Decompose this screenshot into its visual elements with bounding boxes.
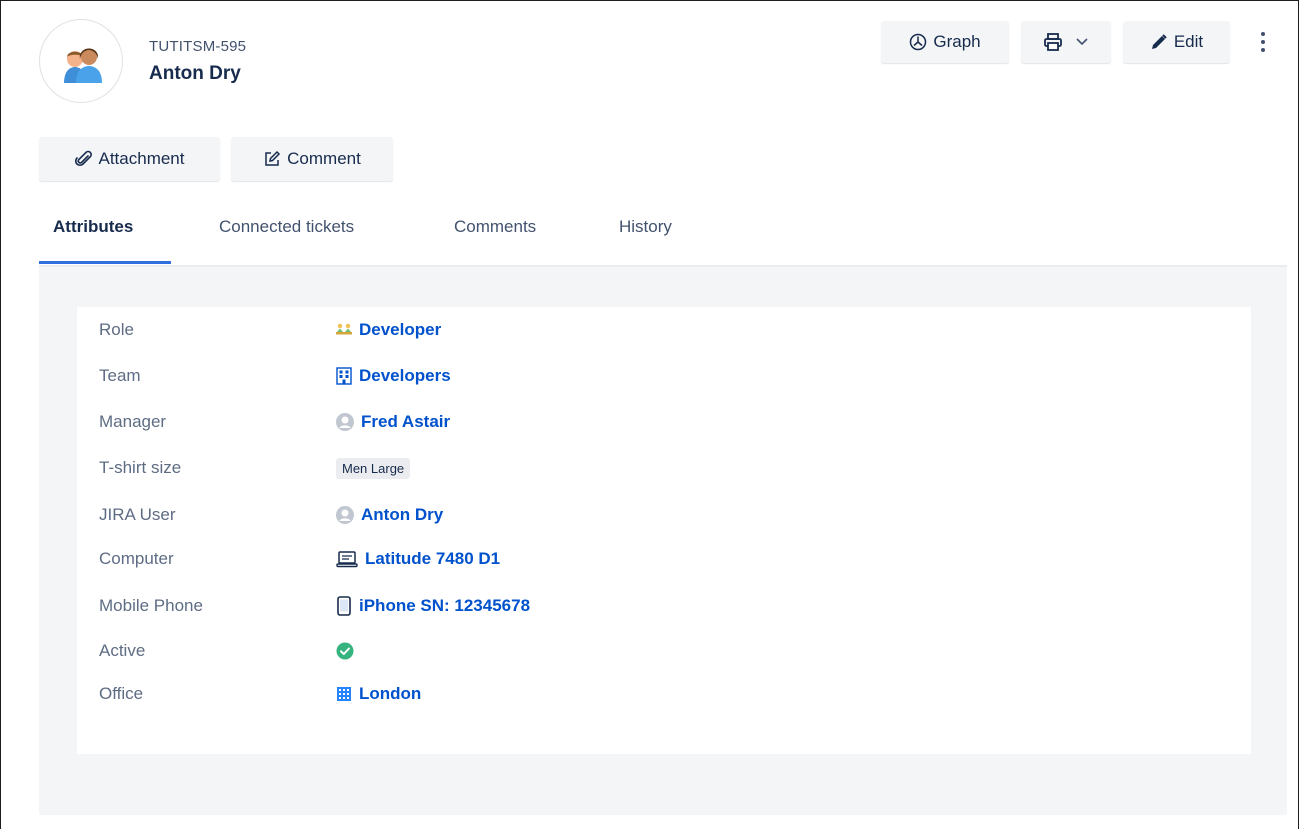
attribute-value: Developer — [359, 320, 442, 339]
attribute-label: Team — [99, 366, 141, 385]
laptop-icon — [336, 550, 358, 568]
tab-history[interactable]: History — [619, 217, 672, 265]
user-icon — [336, 413, 354, 431]
edit-button[interactable]: Edit — [1123, 21, 1230, 63]
ticket-key: TUTITSM-595 — [149, 38, 247, 55]
attribute-row-role: Role Developer — [99, 315, 441, 345]
user-icon — [336, 506, 354, 524]
office-building-icon — [336, 686, 352, 702]
avatar — [39, 19, 123, 103]
printer-icon — [1043, 32, 1063, 52]
vertical-ellipsis-icon[interactable] — [1253, 25, 1273, 59]
tab-attributes[interactable]: Attributes — [53, 217, 133, 265]
attribute-label: JIRA User — [99, 505, 176, 524]
check-circle-icon — [336, 642, 354, 660]
attribute-row-mobile-phone: Mobile Phone iPhone SN: 12345678 — [99, 591, 530, 621]
attribute-label: Role — [99, 320, 134, 339]
graph-icon — [909, 33, 927, 51]
graph-button[interactable]: Graph — [881, 21, 1009, 63]
print-button[interactable] — [1021, 21, 1111, 63]
attributes-panel: Role Developer Team Developers Manager F… — [39, 267, 1287, 815]
attribute-value: Developers — [359, 366, 451, 385]
attribute-value: London — [359, 684, 422, 703]
paperclip-icon — [74, 150, 93, 168]
attribute-row-jira-user: JIRA User Anton Dry — [99, 500, 443, 530]
tshirt-size-value: Men Large — [336, 457, 411, 479]
attribute-label: Mobile Phone — [99, 596, 203, 615]
attribute-row-active: Active — [99, 636, 361, 666]
jira-user-link[interactable]: Anton Dry — [336, 505, 443, 525]
active-value — [336, 642, 361, 660]
edit-square-icon — [263, 150, 281, 168]
attribute-value: Anton Dry — [361, 505, 444, 524]
chevron-down-icon — [1075, 37, 1089, 47]
active-tab-indicator — [39, 261, 171, 264]
attributes-card: Role Developer Team Developers Manager F… — [77, 307, 1251, 754]
attribute-row-manager: Manager Fred Astair — [99, 407, 450, 437]
people-avatar-icon — [64, 48, 102, 83]
tshirt-size-chip: Men Large — [336, 457, 411, 479]
attribute-row-tshirt-size: T-shirt size Men Large — [99, 453, 411, 483]
pencil-icon — [1150, 33, 1168, 51]
phone-icon — [336, 596, 352, 616]
page-title: Anton Dry — [149, 63, 241, 84]
tab-connected-tickets[interactable]: Connected tickets — [219, 217, 354, 265]
computer-link[interactable]: Latitude 7480 D1 — [336, 549, 500, 569]
comment-button[interactable]: Comment — [231, 137, 393, 181]
edit-label: Edit — [1173, 32, 1204, 51]
role-link[interactable]: Developer — [336, 320, 441, 340]
attachment-label: Attachment — [98, 149, 185, 168]
attachment-button[interactable]: Attachment — [39, 137, 220, 181]
team-link[interactable]: Developers — [336, 366, 451, 386]
tab-comments[interactable]: Comments — [454, 217, 536, 265]
attribute-row-team: Team Developers — [99, 361, 451, 391]
attribute-value: iPhone SN: 12345678 — [359, 596, 531, 615]
attribute-value: Latitude 7480 D1 — [365, 549, 501, 568]
office-link[interactable]: London — [336, 684, 421, 704]
attribute-value: Fred Astair — [361, 412, 451, 431]
attribute-row-computer: Computer Latitude 7480 D1 — [99, 544, 500, 574]
manager-link[interactable]: Fred Astair — [336, 412, 450, 432]
role-icon — [336, 323, 352, 337]
attribute-label: Computer — [99, 549, 174, 568]
attribute-row-office: Office London — [99, 679, 421, 709]
attribute-label: Office — [99, 684, 144, 703]
attribute-label: Manager — [99, 412, 167, 431]
building-icon — [336, 367, 352, 385]
attribute-label: T-shirt size — [99, 458, 182, 477]
ticket-view: TUTITSM-595 Anton Dry Graph Edit Attachm… — [0, 0, 1299, 829]
graph-label: Graph — [933, 32, 981, 51]
comment-label: Comment — [287, 149, 361, 168]
mobile-phone-link[interactable]: iPhone SN: 12345678 — [336, 596, 530, 616]
tab-bar: Attributes Connected tickets Comments Hi… — [39, 211, 1287, 267]
attribute-label: Active — [99, 641, 146, 660]
